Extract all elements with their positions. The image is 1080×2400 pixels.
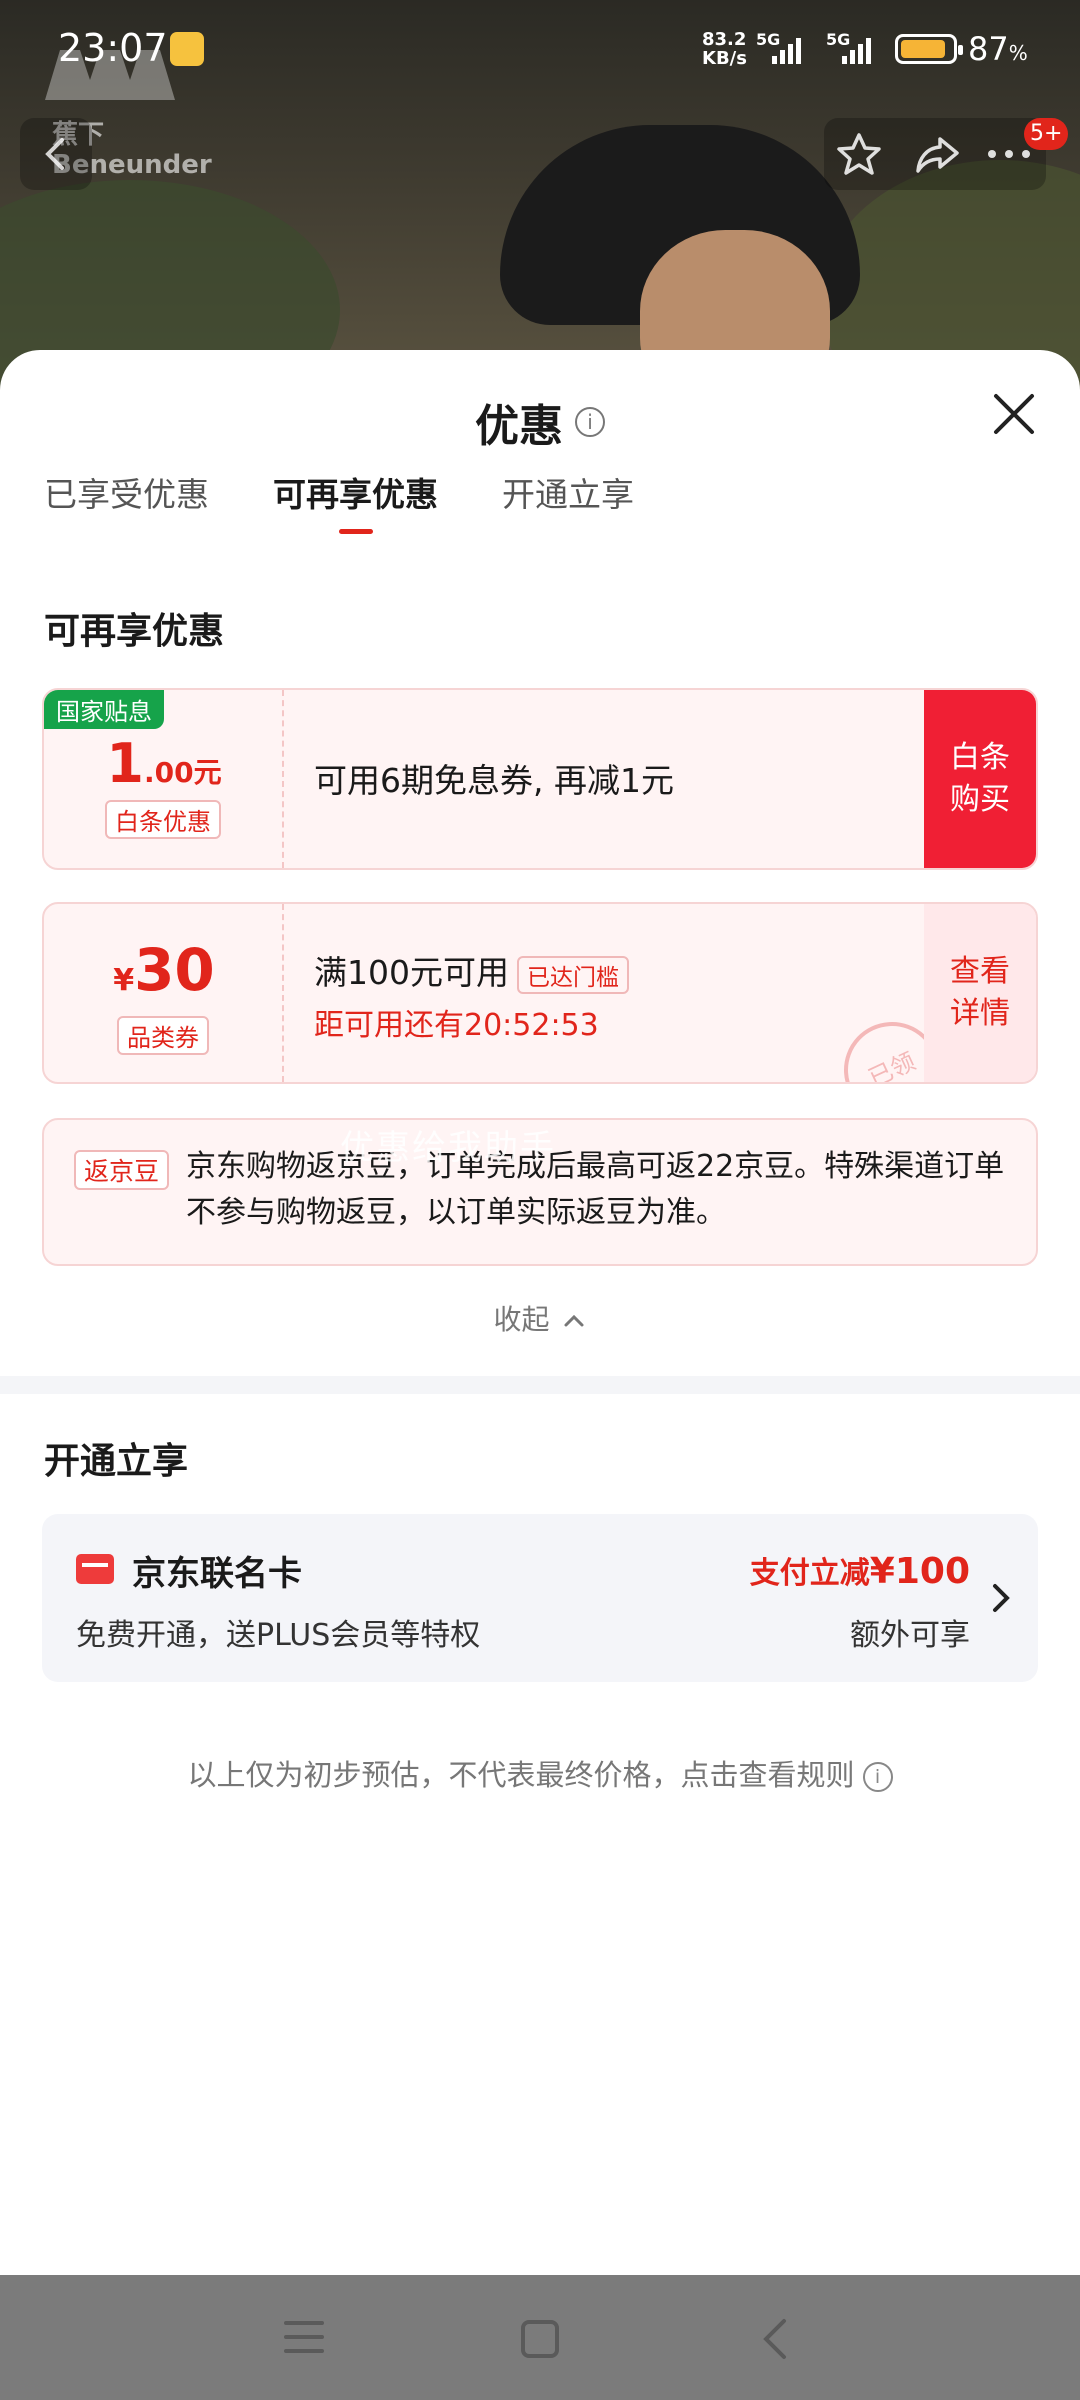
coupon-type-tag: 白条优惠: [105, 800, 221, 839]
card-name: 京东联名卡: [132, 1554, 302, 1594]
baitiao-buy-button[interactable]: 白条购买: [924, 690, 1036, 868]
favorite-star-icon[interactable]: [834, 129, 884, 179]
cashback-text: 京东购物返京豆，订单完成后最高可返22京豆。特殊渠道订单不参与购物返豆，以订单实…: [186, 1149, 1005, 1230]
watermark: 优惠给我助手: [340, 1128, 556, 1168]
back-arrow-icon: [45, 138, 64, 170]
tab-bar: 已享受优惠 可再享优惠 开通立享: [44, 470, 698, 540]
coupon-baitiao[interactable]: 国家贴息 1.00元 白条优惠 可用6期免息券, 再减1元 白条购买: [42, 688, 1038, 870]
signal-1-icon: [772, 36, 801, 64]
card-subtitle: 免费开通，送PLUS会员等特权: [76, 1618, 481, 1653]
discount-sheet: 优惠 i 已享受优惠 可再享优惠 开通立享 可再享优惠 国家贴息 1.00元 白条…: [0, 350, 1080, 2275]
sheet-title: 优惠 i: [0, 390, 1080, 454]
view-details-button[interactable]: 查看详情: [924, 904, 1036, 1082]
coupon-description: 满100元可用 已达门槛: [314, 946, 629, 994]
back-icon[interactable]: [756, 2317, 796, 2361]
info-icon[interactable]: i: [575, 407, 605, 437]
menu-icon[interactable]: [282, 2317, 326, 2357]
cashback-tag: 返京豆: [74, 1150, 170, 1190]
battery-icon: [895, 34, 963, 64]
battery-percent: 87%: [968, 30, 1028, 68]
chevron-up-icon: [564, 1314, 584, 1327]
status-bar: 23:07 83.2 KB/s 5G 5G 87%: [0, 0, 1080, 100]
card-promo: 支付立减¥100: [749, 1551, 970, 1592]
section-title-available: 可再享优惠: [44, 611, 225, 652]
signal-2-icon: [842, 36, 871, 64]
price-disclaimer[interactable]: 以上仅为初步预估，不代表最终价格，点击查看规则 i: [0, 1752, 1080, 1794]
home-icon[interactable]: [518, 2317, 562, 2361]
threshold-reached-tag: 已达门槛: [517, 955, 629, 994]
coupon-category[interactable]: ¥30 品类券 满100元可用 已达门槛 距可用还有20:52:53 已领 查看详…: [42, 902, 1038, 1084]
tab-activate[interactable]: 开通立享: [502, 470, 634, 540]
card-extra-note: 额外可享: [850, 1618, 970, 1653]
coupon-amount-area: 国家贴息 1.00元 白条优惠: [44, 690, 284, 868]
network-speed: 83.2 KB/s: [702, 29, 747, 69]
clock: 23:07: [58, 26, 168, 70]
coupon-amount-area: ¥30 品类券: [44, 904, 284, 1082]
notification-icon: [170, 32, 204, 66]
share-icon[interactable]: [912, 129, 962, 179]
system-nav-bar: [0, 2275, 1080, 2400]
section-title-activate: 开通立享: [44, 1441, 189, 1482]
coupon-description: 可用6期免息券, 再减1元: [314, 761, 674, 800]
co-branded-card-offer[interactable]: 京东联名卡 免费开通，送PLUS会员等特权 支付立减¥100 额外可享: [42, 1514, 1038, 1682]
tab-available[interactable]: 可再享优惠: [273, 470, 438, 540]
credit-card-icon: [76, 1554, 114, 1584]
chevron-right-icon: [993, 1584, 1010, 1612]
subsidy-tag: 国家贴息: [44, 690, 164, 729]
coupon-type-tag: 品类券: [117, 1016, 209, 1055]
coupon-amount: 1.00元: [106, 732, 222, 795]
message-badge: 5+: [1024, 118, 1069, 150]
top-actions: [824, 118, 1046, 190]
rules-info-icon[interactable]: i: [862, 1762, 893, 1792]
coupon-countdown: 距可用还有20:52:53: [314, 1008, 599, 1043]
collapse-button[interactable]: 收起: [0, 1298, 1080, 1338]
section-divider: [0, 1376, 1080, 1394]
coupon-amount: ¥30: [113, 936, 215, 1004]
tab-enjoyed[interactable]: 已享受优惠: [44, 470, 209, 540]
close-icon[interactable]: [988, 388, 1040, 440]
back-button[interactable]: [20, 118, 92, 190]
